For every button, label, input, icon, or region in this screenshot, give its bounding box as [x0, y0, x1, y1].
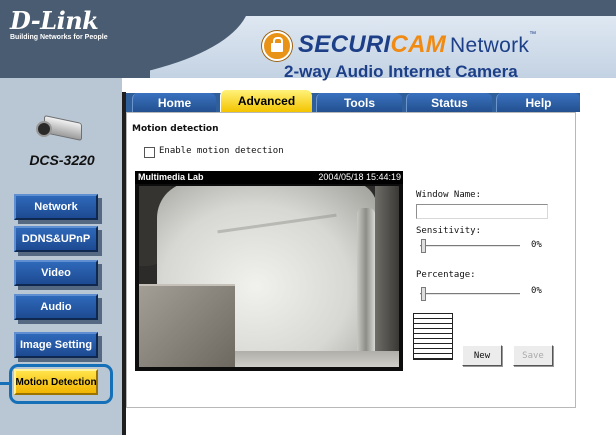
- sensitivity-slider-thumb[interactable]: [421, 239, 426, 253]
- sidebar-item-image-setting[interactable]: Image Setting: [14, 332, 98, 358]
- sensitivity-label: Sensitivity:: [416, 226, 482, 236]
- camera-video-feed[interactable]: [139, 186, 399, 367]
- window-name-label: Window Name:: [416, 190, 482, 200]
- sidebar-item-network[interactable]: Network: [14, 194, 98, 220]
- tab-status[interactable]: Status: [406, 93, 492, 112]
- save-window-button[interactable]: Save: [513, 345, 553, 366]
- detection-window-grid[interactable]: [413, 313, 453, 360]
- camera-icon: [36, 114, 84, 142]
- enable-motion-checkbox[interactable]: [144, 147, 155, 158]
- viewer-timestamp: 2004/05/18 15:44:19: [318, 172, 401, 182]
- trademark-symbol: ™: [529, 31, 537, 38]
- product-name-part-b: CAM: [390, 31, 447, 58]
- sidebar-item-audio[interactable]: Audio: [14, 294, 98, 320]
- percentage-slider-track[interactable]: [420, 293, 520, 295]
- page-title: Motion detection: [132, 124, 219, 134]
- dlink-tagline: Building Networks for People: [10, 34, 108, 41]
- tab-home[interactable]: Home: [132, 93, 216, 112]
- product-subtitle: 2-way Audio Internet Camera: [284, 62, 518, 81]
- window-name-input[interactable]: [416, 204, 548, 219]
- lock-icon: [262, 31, 292, 61]
- tab-advanced[interactable]: Advanced: [220, 90, 312, 112]
- sidebar-item-video[interactable]: Video: [14, 260, 98, 286]
- enable-motion-label: Enable motion detection: [159, 146, 284, 156]
- highlight-callout-line: [0, 382, 10, 385]
- tab-help[interactable]: Help: [496, 93, 580, 112]
- sensitivity-slider-track[interactable]: [420, 245, 520, 247]
- sensitivity-value: 0%: [531, 240, 542, 250]
- viewer-name: Multimedia Lab: [138, 172, 204, 182]
- percentage-label: Percentage:: [416, 270, 476, 280]
- highlight-ring: [9, 364, 113, 404]
- sidebar-item-ddns-upnp[interactable]: DDNS&UPnP: [14, 226, 98, 252]
- product-name-part-a: SECURI: [298, 31, 391, 58]
- video-viewer: Multimedia Lab 2004/05/18 15:44:19: [135, 171, 403, 371]
- motion-detection-panel: Motion detection Enable motion detection…: [126, 112, 576, 408]
- percentage-slider-thumb[interactable]: [421, 287, 426, 301]
- device-model: DCS-3220: [29, 152, 95, 168]
- viewer-title-bar: Multimedia Lab 2004/05/18 15:44:19: [135, 171, 403, 184]
- new-window-button[interactable]: New: [462, 345, 502, 366]
- percentage-value: 0%: [531, 286, 542, 296]
- tab-tools[interactable]: Tools: [316, 93, 402, 112]
- tab-bar: Home Advanced Tools Status Help: [126, 90, 580, 112]
- product-name-part-c: Network: [450, 34, 530, 57]
- dlink-logo: D-Link: [10, 6, 99, 35]
